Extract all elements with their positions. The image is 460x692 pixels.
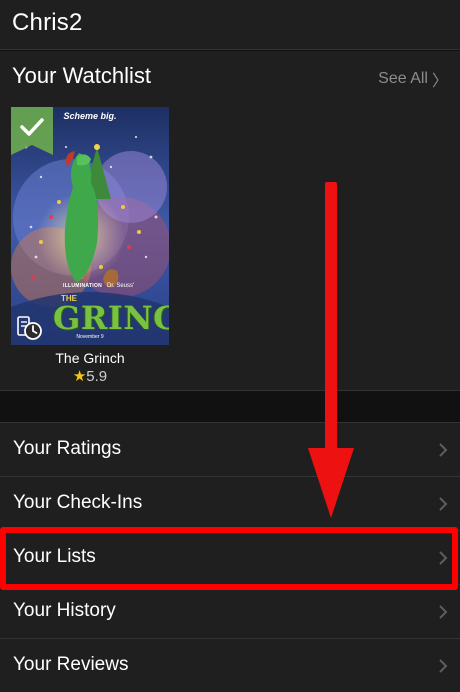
page-title: Chris2 [12,9,83,36]
menu-item-ratings[interactable]: Your Ratings [0,422,460,476]
menu-item-check-ins[interactable]: Your Check-Ins [0,476,460,530]
menu-item-label: Your History [13,600,116,621]
app-screen: Chris2 Your Watchlist See All 〉 Scheme b… [0,0,460,692]
clock-list-icon [17,316,42,340]
movie-rating: ★5.9 [11,367,169,385]
checkmark-icon[interactable] [11,107,53,155]
menu-item-history[interactable]: Your History [0,584,460,638]
chevron-right-icon [439,659,448,673]
poster-logo: GRINCH [53,299,169,337]
chevron-right-icon [439,497,448,511]
chevron-right-icon [439,605,448,619]
section-divider [0,392,460,422]
header: Chris2 [0,0,460,50]
poster-credit: Dr. Seuss' [107,283,135,289]
profile-menu: Your Ratings Your Check-Ins Your Lists Y… [0,422,460,692]
star-icon: ★ [72,368,87,385]
menu-item-label: Your Check-Ins [13,492,143,513]
menu-item-label: Your Reviews [13,654,129,675]
watchlist-title: Your Watchlist [12,63,151,88]
menu-item-lists[interactable]: Your Lists [0,530,460,584]
movie-title[interactable]: The Grinch [11,350,169,366]
chevron-right-icon: 〉 [431,73,448,90]
see-all-label: See All [378,70,428,87]
menu-item-label: Your Lists [13,546,96,567]
poster-studio: ILLUMINATION [63,283,103,289]
see-all-link[interactable]: See All 〉 [378,67,448,91]
watchlist-section: Your Watchlist See All 〉 Scheme big. ILL… [0,51,460,391]
chevron-right-icon [439,443,448,457]
menu-item-reviews[interactable]: Your Reviews [0,638,460,692]
menu-item-label: Your Ratings [13,438,122,459]
chevron-right-icon [439,551,448,565]
rating-value: 5.9 [86,368,108,385]
